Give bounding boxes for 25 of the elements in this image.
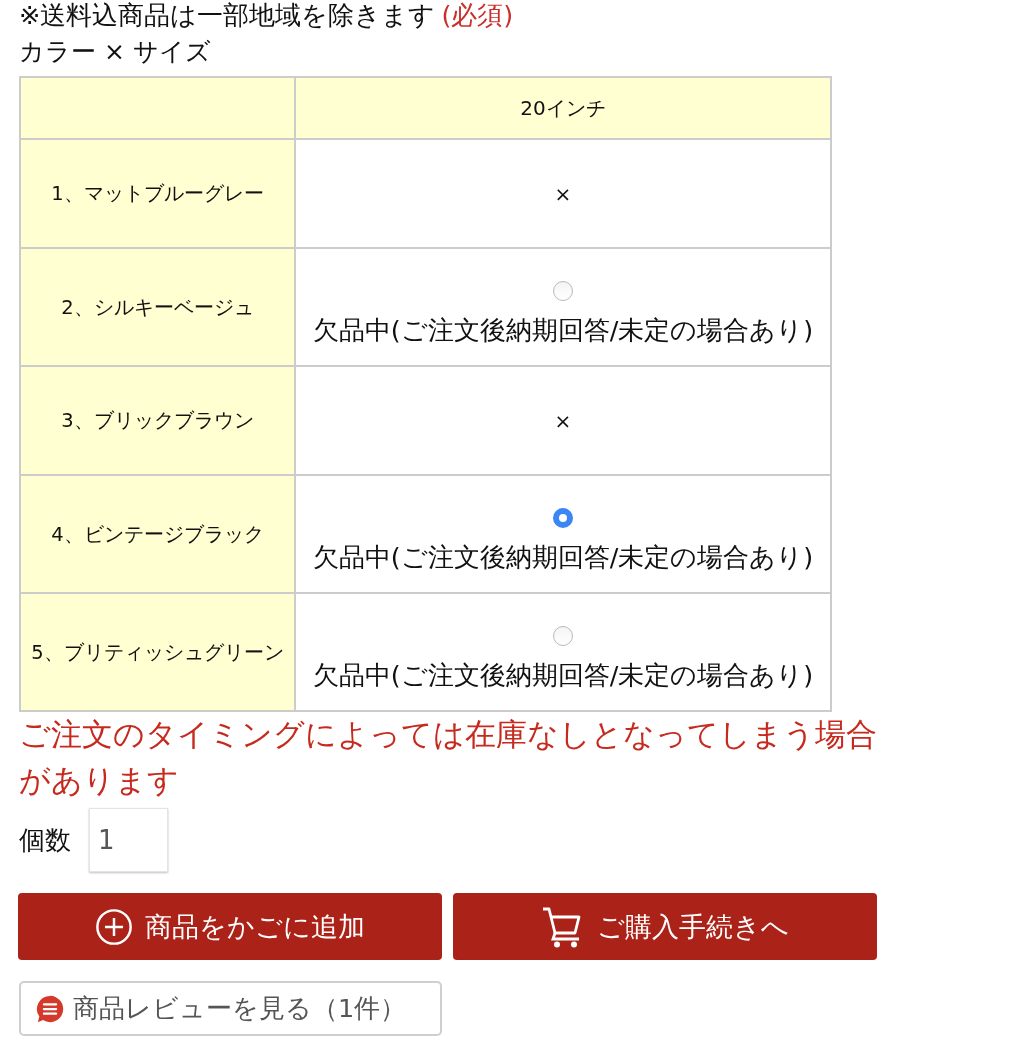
- checkout-button[interactable]: ご購入手続きへ: [453, 893, 877, 960]
- quantity-label: 個数: [19, 823, 71, 857]
- notice-text: ※送料込商品は一部地域を除きます: [19, 0, 436, 30]
- radio-button[interactable]: [553, 508, 573, 528]
- row-header: 4、ビンテージブラック: [20, 475, 295, 593]
- stock-status: 欠品中(ご注文後納期回答/未定の場合あり): [312, 541, 814, 574]
- quantity-field[interactable]: 1: [89, 808, 168, 872]
- review-button[interactable]: 商品レビューを見る（1件）: [19, 981, 442, 1036]
- speech-bubble-icon: [35, 993, 65, 1024]
- add-to-cart-button[interactable]: 商品をかごに追加: [18, 893, 442, 960]
- unavailable-mark: ×: [554, 181, 572, 206]
- plus-circle-icon: [95, 907, 133, 946]
- unavailable-mark: ×: [554, 408, 572, 433]
- column-header: 20インチ: [295, 77, 831, 139]
- row-header: 1、マットブルーグレー: [20, 139, 295, 248]
- required-mark: (必須): [441, 0, 514, 30]
- row-header: 2、シルキーベージュ: [20, 248, 295, 366]
- row-header: 3、ブリックブラウン: [20, 366, 295, 475]
- option-label: カラー × サイズ: [19, 36, 212, 68]
- stock-warning: ご注文のタイミングによっては在庫なしとなってしまう場合があります: [19, 716, 878, 800]
- row-header: 5、ブリティッシュグリーン: [20, 593, 295, 711]
- radio-button[interactable]: [553, 281, 573, 301]
- radio-button[interactable]: [553, 626, 573, 646]
- stock-status: 欠品中(ご注文後納期回答/未定の場合あり): [312, 314, 814, 347]
- stock-status: 欠品中(ご注文後納期回答/未定の場合あり): [312, 659, 814, 692]
